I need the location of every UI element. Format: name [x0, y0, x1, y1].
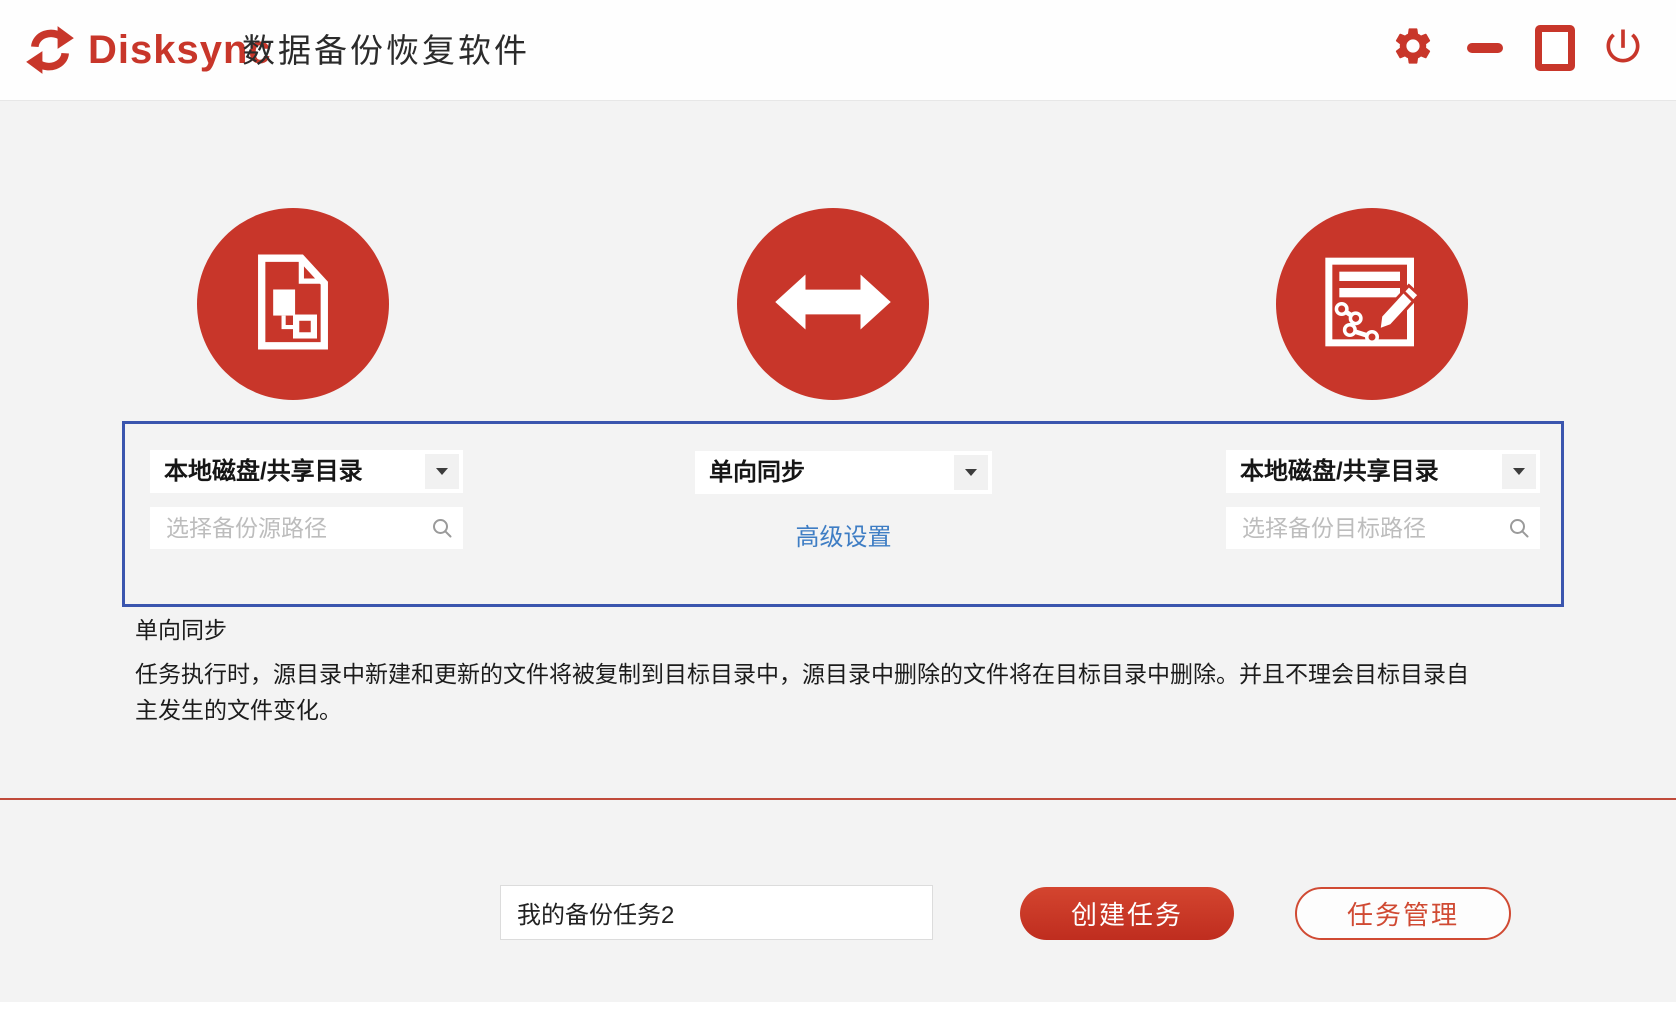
chevron-down-icon[interactable]: [425, 454, 459, 489]
sync-mode-description: 任务执行时，源目录中新建和更新的文件将被复制到目标目录中，源目录中删除的文件将在…: [135, 661, 1469, 723]
red-divider: [0, 798, 1676, 800]
app-title: 数据备份恢复软件: [242, 32, 530, 69]
chevron-down-icon[interactable]: [1502, 454, 1536, 489]
task-manager-button[interactable]: 任务管理: [1295, 887, 1511, 940]
target-type-select[interactable]: 本地磁盘/共享目录: [1226, 450, 1540, 493]
bottom-strip: [0, 1002, 1676, 1014]
sync-mode-value: 单向同步: [709, 459, 805, 486]
source-circle-badge: [197, 208, 389, 400]
two-way-arrow-icon: [775, 269, 891, 340]
minimize-button[interactable]: [1462, 25, 1508, 71]
sync-mode-circle-badge: [737, 208, 929, 400]
source-document-icon: [255, 254, 331, 355]
gear-icon: [1391, 24, 1435, 73]
target-path-input[interactable]: [1226, 507, 1540, 549]
task-name-input[interactable]: [500, 885, 933, 940]
search-icon[interactable]: [1508, 517, 1530, 539]
power-icon: [1601, 24, 1645, 73]
target-circle-badge: [1276, 208, 1468, 400]
chevron-down-icon[interactable]: [954, 455, 988, 490]
create-task-button[interactable]: 创建任务: [1020, 887, 1234, 940]
sync-mode-select[interactable]: 单向同步: [695, 451, 992, 494]
app-window: Disksync 数据备份恢复软件 本地磁盘/共享目录 选择备份源路径 单向同步…: [0, 0, 1676, 1014]
advanced-settings-link[interactable]: 高级设置: [695, 517, 992, 552]
target-type-value: 本地磁盘/共享目录: [1240, 458, 1439, 485]
search-icon[interactable]: [431, 517, 453, 539]
title-bar: Disksync 数据备份恢复软件: [0, 0, 1676, 101]
sync-mode-title: 单向同步: [135, 617, 227, 643]
target-report-edit-icon: [1323, 253, 1422, 356]
maximize-icon: [1535, 25, 1575, 71]
source-path-field: [150, 507, 463, 549]
source-type-value: 本地磁盘/共享目录: [164, 458, 363, 485]
minimize-icon: [1467, 43, 1503, 53]
settings-button[interactable]: [1390, 25, 1436, 71]
power-button[interactable]: [1600, 25, 1646, 71]
source-type-select[interactable]: 本地磁盘/共享目录: [150, 450, 463, 493]
source-path-input[interactable]: [150, 507, 463, 549]
target-path-field: [1226, 507, 1540, 549]
maximize-button[interactable]: [1532, 25, 1578, 71]
sync-arrows-icon: [24, 24, 76, 76]
